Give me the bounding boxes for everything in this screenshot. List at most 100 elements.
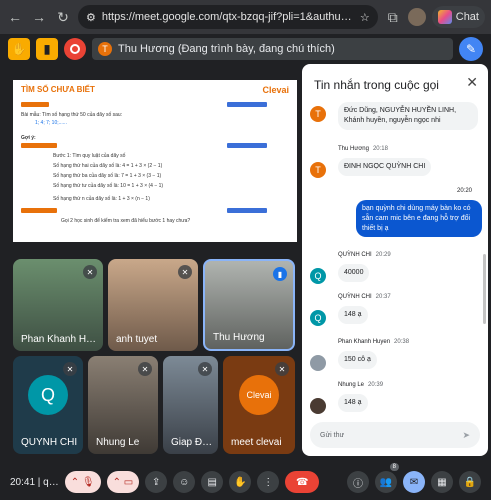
participant-tile[interactable]: ▮ Thu Hương (203, 259, 295, 351)
mic-toggle-button[interactable]: ⌃ 🎙 (64, 471, 101, 493)
chat-panel: Tin nhắn trong cuộc gọi ✕ T Đức Dũng, NG… (302, 64, 488, 456)
participant-tile[interactable]: ✕ Giap Đ… (163, 356, 218, 454)
message-bubble: 148 ạ (338, 306, 368, 324)
participant-avatar: Q (28, 375, 68, 416)
slide-line: Số hạng thứ n của dãy số là: 1 + 3 × (n … (53, 196, 150, 202)
profile-avatar[interactable] (407, 8, 426, 26)
back-icon[interactable]: ← (6, 8, 24, 26)
activities-icon[interactable]: ▦ (431, 471, 453, 493)
slide-tag (21, 208, 57, 213)
presentation-slide: TÌM SỐ CHƯA BIẾT Clevai Bài mẫu: Tìm số … (13, 80, 297, 242)
mic-off-icon: ✕ (198, 362, 212, 376)
star-icon[interactable]: ☆ (360, 11, 370, 24)
forward-icon[interactable]: → (30, 8, 48, 26)
clevai-logo: Clevai (262, 85, 289, 95)
audio-level-icon: ▮ (273, 267, 287, 281)
recording-button[interactable] (64, 38, 86, 60)
people-button[interactable]: 👥 8 (375, 463, 399, 493)
sender-avatar: Q (310, 268, 326, 284)
chat-scrollbar[interactable] (483, 254, 486, 324)
chat-label: Chat (455, 11, 479, 23)
slide-line: Gợi ý: (21, 135, 36, 141)
gemini-icon (437, 10, 452, 24)
emoji-icon[interactable]: ☺ (173, 471, 196, 493)
slide-tag (227, 143, 267, 148)
raise-hand-icon[interactable]: ✋ (229, 471, 252, 493)
participant-tile[interactable]: Clevai ✕ meet clevai (223, 356, 295, 454)
more-options-icon[interactable]: ⋮ (257, 471, 280, 493)
sender-name: QUỲNH CHI 20:37 (338, 294, 391, 300)
meeting-clock: 20:41 | q… (10, 476, 59, 488)
mic-off-icon: ✕ (138, 362, 152, 376)
url-text[interactable]: https://meet.google.com/qtx-bzqq-jif?pli… (102, 11, 354, 23)
leave-call-button[interactable]: ☎ (285, 471, 320, 493)
message-bubble: 40000 (338, 264, 370, 282)
participant-name: Phan Khanh H… (21, 334, 97, 345)
chat-input-placeholder: Gửi thư (320, 431, 345, 439)
host-controls-lock-icon[interactable]: 🔒 (459, 471, 481, 493)
participant-name: anh tuyet (116, 334, 158, 345)
mic-off-icon: ✕ (83, 265, 97, 279)
participant-avatar: Clevai (239, 375, 279, 416)
participant-name: Giap Đ… (171, 437, 213, 448)
send-icon[interactable]: ➤ (462, 430, 470, 441)
message-bubble: ĐINH NGỌC QUỲNH CHI (338, 158, 432, 176)
participant-name: meet clevai (231, 437, 282, 448)
chevron-up-icon[interactable]: ⌃ (113, 477, 121, 488)
participant-name: QUYNH CHI (21, 437, 78, 448)
gemini-chat-button[interactable]: Chat (431, 6, 485, 28)
captions-icon[interactable]: ▤ (201, 471, 224, 493)
annotate-pen-icon[interactable]: ✎ (459, 37, 483, 61)
chat-header: Tin nhắn trong cuộc gọi (314, 78, 439, 92)
presenter-avatar: T (98, 42, 112, 56)
sender-avatar (310, 398, 326, 414)
sender-avatar: T (310, 162, 326, 178)
message-bubble: bạn quỳnh chi dùng máy bàn ko có sẵn cam… (356, 200, 482, 238)
present-screen-icon[interactable]: ⇪ (145, 471, 168, 493)
slide-line: Gọi 2 học sinh để kiểm tra xem đã hiểu b… (61, 218, 191, 224)
mic-off-icon[interactable]: 🎙 (82, 477, 95, 488)
participant-name: Nhung Le (96, 437, 140, 448)
participant-tile[interactable]: ✕ Phan Khanh H… (13, 259, 103, 351)
address-bar[interactable]: ⚙ https://meet.google.com/qtx-bzqq-jif?p… (78, 5, 378, 29)
message-bubble: Đức Dũng, NGUYỄN HUYỀN LINH, Khánh huyền… (338, 102, 478, 130)
slide-tag (227, 102, 267, 107)
slide-line: Bước 1: Tìm quy luật của dãy số (53, 153, 126, 159)
slide-tag (227, 208, 267, 213)
people-icon[interactable]: 👥 (375, 471, 397, 493)
sender-name: Phan Khanh Huyen 20:38 (338, 339, 410, 345)
slide-line: Bài mẫu: Tìm số hạng thứ 50 của dãy số s… (21, 112, 123, 118)
hand-warning-icon[interactable]: ✋ (8, 38, 30, 60)
slide-tag (21, 102, 49, 107)
meet-top-bar: ✋ ▮ T Thu Hương (Đang trình bày, đang ch… (0, 34, 491, 64)
close-icon[interactable]: ✕ (466, 74, 478, 91)
chevron-up-icon[interactable]: ⌃ (71, 477, 79, 488)
message-bubble: 150 cô ạ (338, 351, 377, 369)
message-time: 20:20 (456, 188, 472, 194)
presenter-banner: T Thu Hương (Đang trình bày, đang chú th… (92, 38, 453, 60)
extensions-icon[interactable]: ⧉ (384, 8, 402, 26)
reload-icon[interactable]: ↻ (54, 8, 72, 26)
participant-name: Thu Hương (213, 332, 265, 343)
sender-name: Nhung Le 20:39 (338, 382, 384, 388)
site-info-icon[interactable]: ⚙ (86, 11, 96, 24)
slide-line: Số hạng thứ hai của dãy số là: 4 = 1 + 3… (53, 163, 163, 169)
sender-avatar: T (310, 106, 326, 122)
participant-tile[interactable]: Q ✕ QUYNH CHI (13, 356, 83, 454)
slide-tag (21, 143, 57, 148)
sender-name: Thu Hương 20:18 (338, 146, 388, 152)
slide-title: TÌM SỐ CHƯA BIẾT (21, 85, 95, 94)
host-controls-icon[interactable]: ▮ (36, 38, 58, 60)
camera-off-icon[interactable]: ▭ (124, 477, 133, 488)
record-icon (70, 44, 80, 54)
chat-icon[interactable]: ✉ (403, 471, 425, 493)
participant-tile[interactable]: ✕ anh tuyet (108, 259, 198, 351)
mic-off-icon: ✕ (275, 362, 289, 376)
camera-toggle-button[interactable]: ⌃ ▭ (106, 471, 140, 493)
info-icon[interactable]: ⓘ (347, 471, 369, 493)
chat-input[interactable]: Gửi thư ➤ (310, 422, 480, 448)
participant-tile[interactable]: ✕ Nhung Le (88, 356, 158, 454)
meeting-controls: 20:41 | q… ⌃ 🎙 ⌃ ▭ ⇪ ☺ ▤ ✋ ⋮ ☎ ⓘ 👥 8 ✉ ▦… (0, 463, 491, 500)
sender-name: QUỲNH CHI 20:29 (338, 252, 391, 258)
sender-avatar: Q (310, 310, 326, 326)
